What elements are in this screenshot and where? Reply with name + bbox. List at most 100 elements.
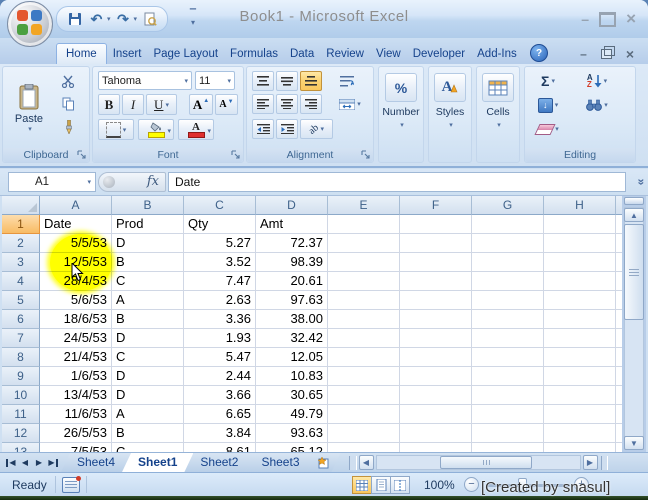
col-header-G[interactable]: G	[472, 196, 544, 215]
previous-sheet-icon[interactable]: ◀	[18, 456, 32, 470]
row-header-13[interactable]: 13	[2, 443, 40, 452]
sheet-tab-sheet3[interactable]: Sheet3	[245, 453, 315, 472]
cell-H3[interactable]	[544, 253, 616, 272]
copy-button[interactable]	[57, 94, 79, 114]
cell-H7[interactable]	[544, 329, 616, 348]
workbook-restore-icon[interactable]	[601, 49, 612, 59]
col-header-C[interactable]: C	[184, 196, 256, 215]
cell-H1[interactable]	[544, 215, 616, 234]
cell-E9[interactable]	[328, 367, 400, 386]
col-header-E[interactable]: E	[328, 196, 400, 215]
cell-B9[interactable]: D	[112, 367, 184, 386]
cell-D8[interactable]: 12.05	[256, 348, 328, 367]
cell-B1[interactable]: Prod	[112, 215, 184, 234]
cell-E2[interactable]	[328, 234, 400, 253]
paste-dropdown-icon[interactable]: ▾	[28, 125, 32, 133]
cell-G5[interactable]	[472, 291, 544, 310]
macro-record-icon[interactable]	[62, 477, 80, 493]
cell-C7[interactable]: 1.93	[184, 329, 256, 348]
row-header-1[interactable]: 1	[2, 215, 40, 234]
vertical-scroll-thumb[interactable]	[624, 224, 644, 320]
cell-E10[interactable]	[328, 386, 400, 405]
cell-A11[interactable]: 11/6/53	[40, 405, 112, 424]
row-header-7[interactable]: 7	[2, 329, 40, 348]
tab-formulas[interactable]: Formulas	[224, 44, 284, 64]
next-sheet-icon[interactable]: ▶	[32, 456, 46, 470]
underline-dropdown-icon[interactable]: ▾	[165, 101, 169, 109]
cell-G3[interactable]	[472, 253, 544, 272]
cell-H12[interactable]	[544, 424, 616, 443]
cell-C11[interactable]: 6.65	[184, 405, 256, 424]
borders-button[interactable]: ▾	[98, 119, 134, 140]
font-name-combobox[interactable]: Tahoma▾	[98, 71, 192, 90]
cell-C1[interactable]: Qty	[184, 215, 256, 234]
cell-E6[interactable]	[328, 310, 400, 329]
cell-A6[interactable]: 18/6/53	[40, 310, 112, 329]
cell-D2[interactable]: 72.37	[256, 234, 328, 253]
grow-font-button[interactable]: A▲	[189, 94, 213, 115]
cell-A1[interactable]: Date	[40, 215, 112, 234]
print-preview-icon[interactable]	[140, 10, 159, 29]
paste-button[interactable]: Paste ▾	[8, 71, 50, 145]
formula-input[interactable]: Date	[168, 172, 626, 192]
col-header-H[interactable]: H	[544, 196, 616, 215]
orientation-dropdown-icon[interactable]: ▾	[320, 125, 324, 133]
row-header-10[interactable]: 10	[2, 386, 40, 405]
fill-color-button[interactable]: ▾	[138, 119, 174, 140]
cell-D9[interactable]: 10.83	[256, 367, 328, 386]
view-normal-button[interactable]	[352, 476, 372, 494]
autosum-button[interactable]: Σ▾	[531, 71, 565, 91]
formula-bar-grip[interactable]	[103, 176, 115, 188]
fill-color-dropdown-icon[interactable]: ▾	[167, 127, 171, 135]
view-page-layout-button[interactable]	[371, 476, 391, 494]
number-format-button[interactable]: % Number ▾	[379, 73, 423, 129]
font-size-combobox[interactable]: 11▾	[195, 71, 235, 90]
cell-F4[interactable]	[400, 272, 472, 291]
styles-button[interactable]: A Styles ▾	[429, 73, 471, 129]
merge-center-button[interactable]: ▾	[333, 94, 367, 114]
cell-G6[interactable]	[472, 310, 544, 329]
underline-button[interactable]: U▾	[146, 94, 177, 115]
tab-review[interactable]: Review	[320, 44, 370, 64]
tab-developer[interactable]: Developer	[407, 44, 471, 64]
cell-H5[interactable]	[544, 291, 616, 310]
cell-G12[interactable]	[472, 424, 544, 443]
cell-B6[interactable]: B	[112, 310, 184, 329]
cell-E4[interactable]	[328, 272, 400, 291]
cell-B10[interactable]: D	[112, 386, 184, 405]
cell-G8[interactable]	[472, 348, 544, 367]
cell-B8[interactable]: C	[112, 348, 184, 367]
cell-D4[interactable]: 20.61	[256, 272, 328, 291]
cell-A10[interactable]: 13/4/53	[40, 386, 112, 405]
cell-H6[interactable]	[544, 310, 616, 329]
cell-B7[interactable]: D	[112, 329, 184, 348]
customize-qat-icon[interactable]: ▔▾	[185, 8, 201, 28]
orientation-button[interactable]: ab▾	[300, 119, 333, 139]
italic-button[interactable]: I	[122, 94, 144, 115]
cell-H4[interactable]	[544, 272, 616, 291]
col-header-F[interactable]: F	[400, 196, 472, 215]
name-box-dropdown-icon[interactable]: ▾	[87, 178, 91, 186]
tab-data[interactable]: Data	[284, 44, 320, 64]
cell-E3[interactable]	[328, 253, 400, 272]
sheet-tab-sheet2[interactable]: Sheet2	[184, 453, 254, 472]
clipboard-dialog-launcher-icon[interactable]	[77, 150, 87, 160]
minimize-icon[interactable]: –	[581, 11, 589, 27]
cells-dropdown-icon[interactable]: ▾	[497, 121, 501, 129]
cell-D11[interactable]: 49.79	[256, 405, 328, 424]
cell-E7[interactable]	[328, 329, 400, 348]
borders-dropdown-icon[interactable]: ▾	[123, 126, 127, 134]
cell-H11[interactable]	[544, 405, 616, 424]
format-painter-button[interactable]	[57, 117, 79, 137]
cells-button[interactable]: Cells ▾	[477, 73, 519, 129]
fill-dropdown-icon[interactable]: ▾	[555, 101, 559, 109]
cell-H10[interactable]	[544, 386, 616, 405]
cell-C9[interactable]: 2.44	[184, 367, 256, 386]
font-color-button[interactable]: A ▾	[178, 119, 214, 140]
cell-C6[interactable]: 3.36	[184, 310, 256, 329]
cell-C2[interactable]: 5.27	[184, 234, 256, 253]
decrease-indent-button[interactable]	[252, 119, 274, 139]
sheet-tab-sheet4[interactable]: Sheet4	[61, 453, 131, 472]
cell-F10[interactable]	[400, 386, 472, 405]
sort-filter-button[interactable]: AZ ▾	[577, 71, 617, 91]
